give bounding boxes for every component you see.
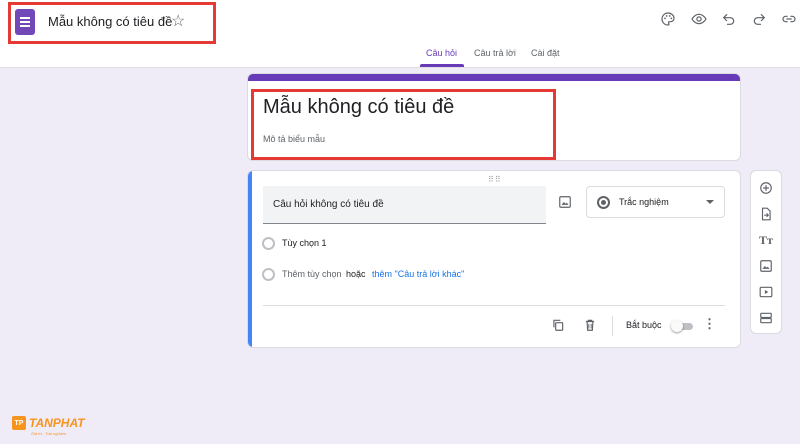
question-title-placeholder: Câu hỏi không có tiêu đề: [273, 199, 384, 210]
active-question-indicator: [248, 171, 252, 347]
footer-separator: [612, 316, 613, 336]
drag-handle-icon[interactable]: ⠿⠿: [488, 175, 502, 184]
google-forms-icon[interactable]: [15, 9, 35, 35]
redo-icon[interactable]: [748, 8, 770, 30]
or-label: hoặc: [346, 269, 366, 279]
radio-button-icon: [597, 196, 610, 209]
eye-icon[interactable]: [688, 8, 710, 30]
form-title-highlight-box: [251, 89, 556, 160]
logo-tagline: Giá trị - Trải nghiệm: [31, 431, 67, 436]
add-question-icon[interactable]: [757, 179, 775, 197]
chevron-down-icon: [706, 200, 714, 204]
tab-settings[interactable]: Cài đặt: [531, 48, 560, 58]
add-video-icon[interactable]: [757, 283, 775, 301]
option-radio[interactable]: [262, 237, 275, 250]
star-icon[interactable]: ☆: [171, 11, 185, 31]
link-icon[interactable]: [778, 8, 800, 30]
accent-bar: [248, 74, 740, 81]
add-image-icon[interactable]: [757, 257, 775, 275]
tab-questions[interactable]: Câu hỏi: [426, 48, 457, 58]
active-tab-indicator: [420, 64, 464, 67]
add-title-icon[interactable]: Tт: [757, 231, 775, 249]
import-questions-icon[interactable]: [757, 205, 775, 223]
option-1-label[interactable]: Tùy chọn 1: [282, 238, 327, 248]
tanphat-logo: TP TANPHAT: [12, 416, 85, 430]
add-section-icon[interactable]: [757, 309, 775, 327]
add-image-icon[interactable]: [556, 193, 574, 211]
delete-icon[interactable]: [581, 316, 599, 334]
add-option-button[interactable]: Thêm tùy chọn: [282, 269, 342, 279]
question-footer-divider: [263, 305, 725, 306]
palette-icon[interactable]: [657, 8, 679, 30]
add-other-link[interactable]: thêm "Câu trả lời khác": [372, 269, 464, 279]
required-label: Bắt buộc: [626, 320, 662, 330]
question-type-select[interactable]: Trắc nghiệm: [586, 186, 725, 218]
required-toggle[interactable]: [671, 320, 693, 332]
document-title[interactable]: Mẫu không có tiêu đề: [48, 14, 172, 29]
add-option-radio: [262, 268, 275, 281]
question-type-label: Trắc nghiệm: [619, 197, 669, 207]
undo-icon[interactable]: [718, 8, 740, 30]
logo-mark: TP: [12, 416, 26, 430]
tab-responses[interactable]: Câu trả lời: [474, 48, 516, 58]
logo-text: TANPHAT: [29, 416, 85, 430]
more-options-icon[interactable]: ⋮: [703, 317, 716, 330]
duplicate-icon[interactable]: [549, 316, 567, 334]
